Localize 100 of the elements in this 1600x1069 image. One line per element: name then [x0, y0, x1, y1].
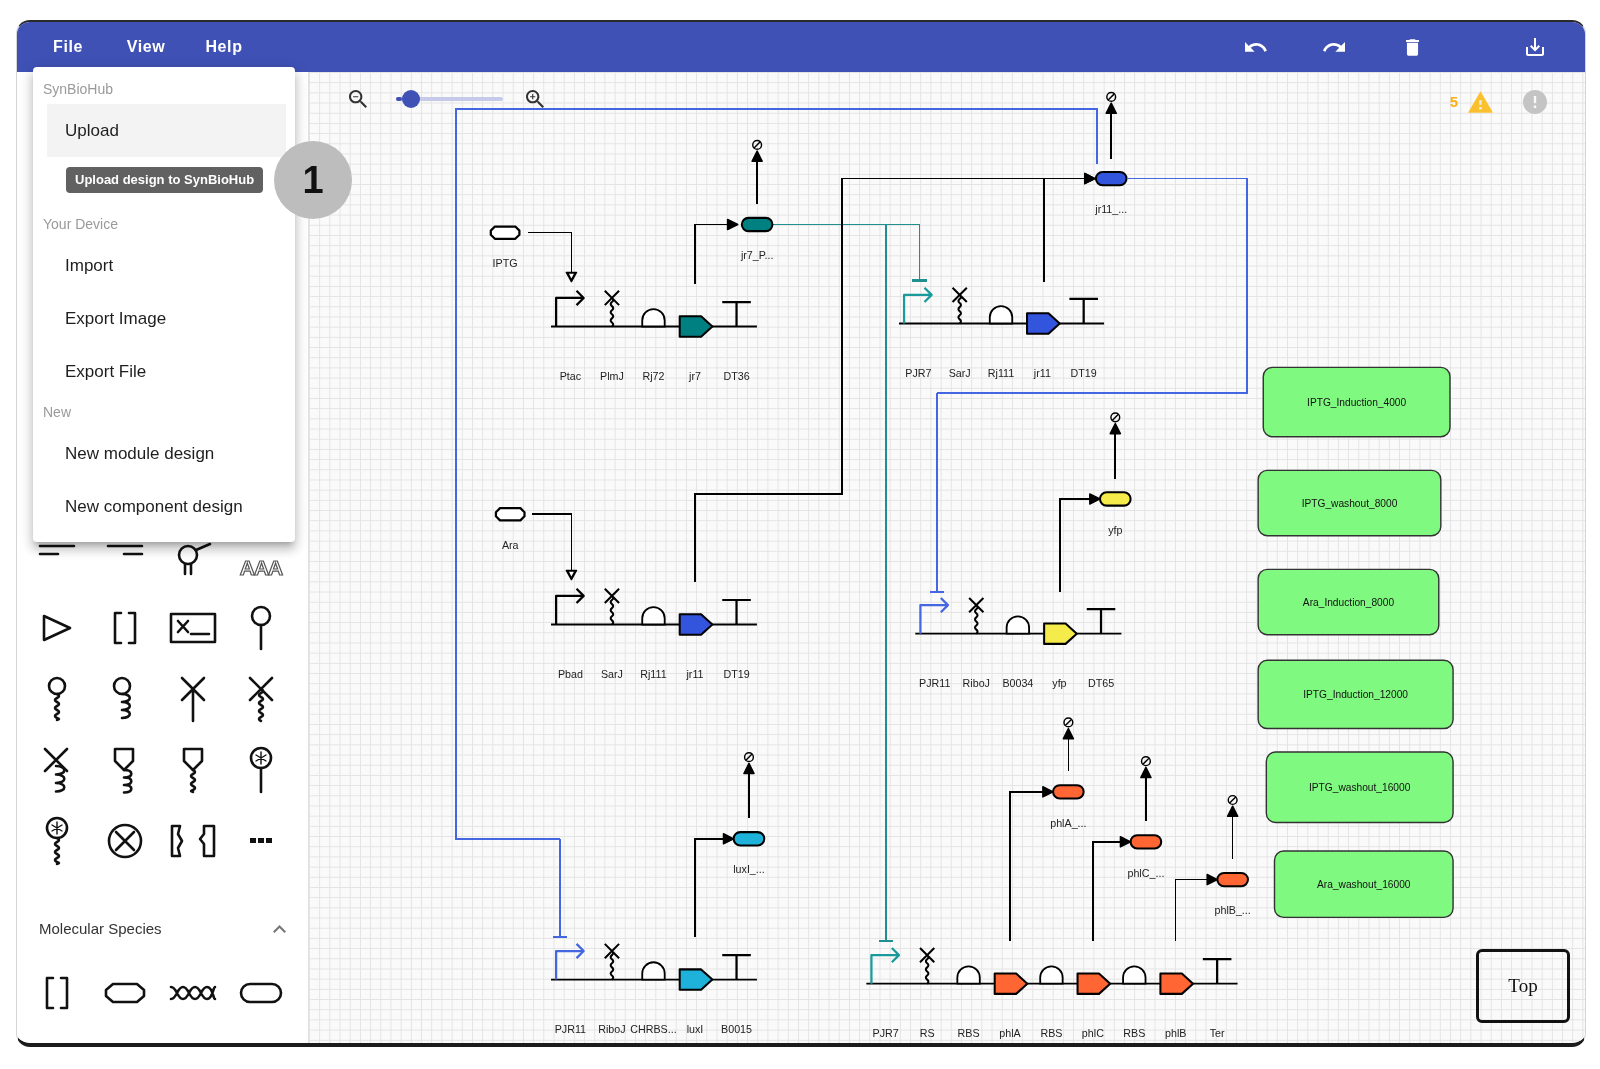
tooltip: Upload design to SynBioHub — [66, 167, 264, 193]
poly-a-label[interactable]: AAA — [239, 557, 283, 578]
rbs-icon — [1039, 965, 1064, 985]
unspecified-icon[interactable] — [169, 611, 217, 644]
part-label: PlmJ — [600, 369, 624, 382]
part-label: RBS — [1123, 1026, 1146, 1039]
menubar-item[interactable]: View — [107, 29, 185, 65]
part-label: PJR11 — [919, 676, 951, 689]
degradation-arrow — [1140, 756, 1152, 823]
part-label: CHRBS... — [630, 1022, 677, 1035]
part-label: RBS — [1040, 1026, 1063, 1039]
x-stem-icon[interactable] — [179, 674, 207, 723]
part-label: SarJ — [600, 667, 623, 680]
star-lollipop-wave-icon[interactable] — [45, 815, 69, 866]
ribozyme-icon — [951, 286, 968, 325]
rbs-icon — [641, 308, 666, 328]
part-label: jr11 — [686, 667, 704, 680]
helix-icon[interactable] — [169, 984, 217, 1002]
menubar-item[interactable]: Help — [185, 29, 263, 65]
part-label: SarJ — [948, 366, 971, 379]
octagon-pill-icon[interactable] — [104, 982, 146, 1004]
part-label: jr11 — [1033, 366, 1051, 379]
slider-thumb[interactable] — [401, 90, 420, 108]
terminator-icon — [721, 598, 752, 626]
protein-label: yfp — [1108, 523, 1123, 536]
part-label: phlC — [1081, 1026, 1104, 1039]
part-label: DT19 — [1070, 366, 1097, 379]
ribozyme-icon — [919, 946, 936, 985]
split-brackets-icon[interactable] — [169, 823, 217, 858]
download-icon — [1526, 38, 1544, 56]
stub-right-icon[interactable] — [106, 543, 144, 557]
part-label: Ter — [1209, 1026, 1225, 1039]
part-label: PJR7 — [905, 366, 932, 379]
shield-wave-icon[interactable] — [180, 745, 206, 794]
menu-section-heading: SynBioHub — [42, 80, 115, 99]
part-label: B0015 — [721, 1022, 752, 1035]
undo-icon — [1245, 42, 1267, 52]
molecule-label: Ara — [501, 539, 519, 551]
degradation-arrow — [1062, 717, 1075, 773]
zoom-in-icon[interactable] — [526, 90, 544, 108]
part-label: DT36 — [723, 369, 750, 382]
part-label: B0034 — [1002, 676, 1034, 689]
part-label: DT65 — [1087, 676, 1115, 689]
menu-item[interactable]: Import — [47, 239, 286, 292]
top-button[interactable]: Top — [1476, 949, 1570, 1023]
degradation-arrow — [743, 752, 755, 820]
part-label: phlB — [1165, 1026, 1187, 1039]
brackets-icon[interactable] — [112, 610, 138, 645]
part-label: PJR7 — [872, 1026, 899, 1039]
rbs-icon — [641, 961, 666, 981]
menu-item[interactable]: Export Image — [47, 292, 286, 345]
rbs-icon — [1122, 965, 1147, 985]
part-label: RiboJ — [962, 676, 990, 689]
module-node: IPTG_washout_16000 — [1265, 751, 1454, 824]
part-label: Pbad — [557, 667, 583, 680]
module-node: Ara_washout_16000 — [1273, 850, 1454, 919]
ribozyme-icon — [603, 942, 621, 981]
circle-x-icon[interactable] — [107, 822, 143, 859]
degradation-arrow — [1226, 794, 1239, 860]
protein-label: luxI_... — [733, 863, 765, 876]
x-wave-icon[interactable] — [247, 674, 275, 723]
delete-icon — [1405, 38, 1419, 56]
part-label: RiboJ — [598, 1022, 626, 1035]
lollipop-wave-icon[interactable] — [46, 675, 68, 722]
menu-item[interactable]: New module design — [47, 427, 286, 480]
caret-icon[interactable] — [273, 925, 286, 933]
menu-item[interactable]: Export File — [47, 345, 286, 398]
rbs-icon — [641, 606, 666, 626]
triangle-icon[interactable] — [41, 612, 73, 643]
terminator-icon — [721, 954, 752, 981]
part-label: yfp — [1052, 676, 1067, 689]
molecule-label: IPTG — [492, 257, 518, 270]
stimulation-arrow — [530, 513, 578, 581]
rbs-icon — [988, 305, 1014, 325]
small-molecule-icon — [489, 225, 521, 240]
section-heading[interactable]: Molecular Species — [39, 917, 162, 941]
module-node: IPTG_Induction_4000 — [1262, 366, 1451, 438]
dots-icon[interactable] — [249, 837, 273, 844]
protein-label: phlA_... — [1050, 816, 1087, 829]
part-label: Rj72 — [642, 369, 665, 382]
slider-fill — [396, 97, 402, 101]
terminator-icon — [1201, 958, 1233, 985]
module-node: IPTG_washout_8000 — [1257, 469, 1442, 537]
part-label: phlA — [999, 1026, 1021, 1039]
small-molecule-icon — [494, 507, 526, 522]
lollipop-icon[interactable] — [250, 604, 272, 651]
ribozyme-icon — [968, 596, 985, 635]
stub-left-icon[interactable] — [38, 543, 76, 557]
pill-icon[interactable] — [239, 982, 283, 1004]
redo-icon — [1323, 42, 1345, 52]
menubar-item[interactable]: File — [29, 29, 107, 65]
part-label: DT19 — [723, 667, 750, 680]
star-lollipop-icon[interactable] — [249, 745, 273, 794]
degradation-arrow — [1109, 412, 1122, 480]
menu-item[interactable]: Upload — [47, 104, 286, 157]
zoom-out-icon[interactable] — [349, 90, 367, 108]
menu-item[interactable]: New component design — [47, 480, 286, 533]
brackets-icon[interactable] — [44, 976, 70, 1010]
terminator-icon — [721, 300, 752, 328]
protein-label: phlC_... — [1127, 866, 1165, 879]
